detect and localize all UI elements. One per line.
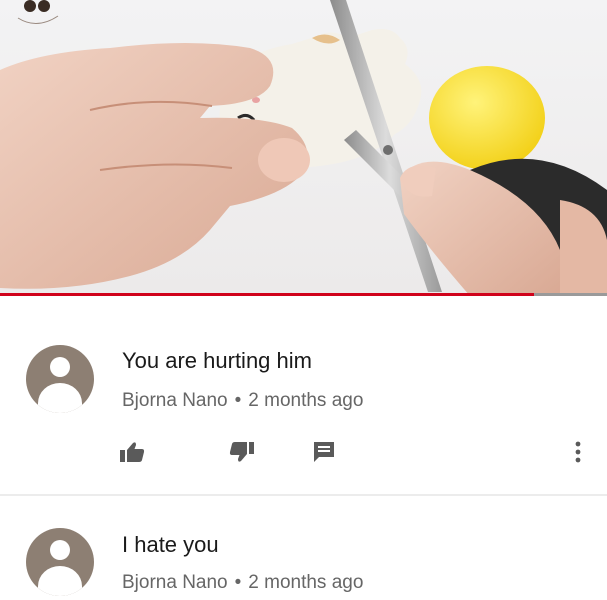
comment: I hate you Bjorna Nano • 2 months ago <box>0 496 607 600</box>
meta-separator: • <box>234 572 242 593</box>
comment-timestamp: 2 months ago <box>248 390 364 411</box>
comment-author[interactable]: Bjorna Nano <box>122 572 228 593</box>
video-thumbnail[interactable] <box>0 0 607 296</box>
avatar[interactable] <box>26 345 94 413</box>
comment-actions <box>0 438 607 468</box>
left-hand <box>0 43 310 289</box>
meta-separator: • <box>234 390 242 411</box>
thumbs-down-icon <box>229 442 254 462</box>
comment-timestamp: 2 months ago <box>248 572 364 593</box>
watermark-logo <box>17 0 59 24</box>
reply-icon <box>314 442 334 462</box>
video-progress-fill <box>0 293 535 296</box>
comment-author[interactable]: Bjorna Nano <box>122 390 228 411</box>
yellow-ball <box>429 66 545 170</box>
like-button[interactable] <box>116 438 148 466</box>
avatar-head-shape <box>50 540 70 560</box>
comment-text: You are hurting him <box>122 348 312 373</box>
more-options-button[interactable] <box>562 438 594 466</box>
comment-meta: Bjorna Nano • 2 months ago <box>122 390 363 412</box>
avatar[interactable] <box>26 528 94 596</box>
comment: You are hurting him Bjorna Nano • 2 months… <box>0 312 607 492</box>
avatar-body-shape <box>38 383 82 413</box>
comment-meta: Bjorna Nano • 2 months ago <box>122 572 363 594</box>
avatar-head-shape <box>50 357 70 377</box>
more-vertical-icon <box>575 441 581 463</box>
reply-button[interactable] <box>308 438 340 466</box>
video-frame-illustration <box>0 0 607 296</box>
comment-text: I hate you <box>122 532 219 557</box>
dislike-button[interactable] <box>226 438 258 466</box>
avatar-body-shape <box>38 566 82 596</box>
thumbs-up-icon <box>120 442 145 462</box>
video-progress-bar[interactable] <box>0 293 607 296</box>
